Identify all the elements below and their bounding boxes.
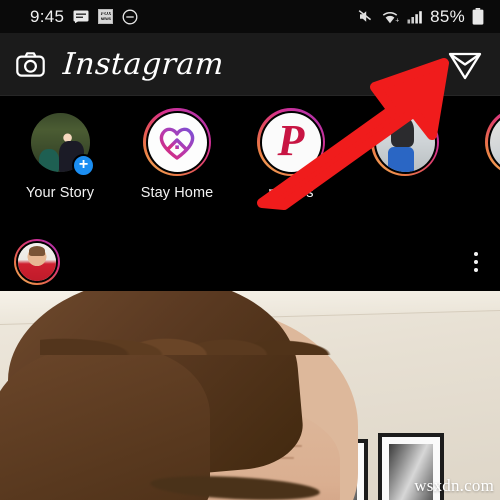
page-title: Instagram xyxy=(61,46,226,82)
phillies-logo-icon: P xyxy=(261,112,321,172)
story-item-4[interactable] xyxy=(348,108,462,185)
stories-tray[interactable]: + Your Story Stay Home P phillies xyxy=(0,96,500,233)
story-ring xyxy=(143,108,211,176)
stay-home-logo-icon xyxy=(147,112,207,172)
story-avatar xyxy=(373,110,437,174)
svg-text:+: + xyxy=(395,17,399,23)
post-header xyxy=(0,233,500,291)
menu-dot xyxy=(474,268,478,272)
story-ring: + xyxy=(26,108,95,177)
battery-percent: 85% xyxy=(430,6,465,26)
status-time: 9:45 xyxy=(30,6,65,26)
story-item-phillies[interactable]: P phillies xyxy=(234,108,348,201)
instagram-header: Instagram xyxy=(0,33,500,96)
story-item-stay-home[interactable]: Stay Home xyxy=(120,108,234,201)
fox-news-icon: FOX NEWS xyxy=(98,9,114,24)
add-story-badge[interactable]: + xyxy=(72,154,95,177)
status-bar-left: 9:45 FOX NEWS xyxy=(30,7,138,27)
do-not-disturb-icon xyxy=(122,9,138,25)
status-bar: 9:45 FOX NEWS + 85% xyxy=(0,0,500,33)
story-ring xyxy=(371,108,439,176)
camera-icon[interactable] xyxy=(16,51,45,77)
story-label: Your Story xyxy=(25,185,95,201)
hair-spikes xyxy=(40,291,340,355)
menu-dot xyxy=(474,260,478,264)
selfie-avatar-photo xyxy=(18,243,56,281)
post-author-avatar[interactable] xyxy=(14,239,60,285)
wifi-icon: + xyxy=(382,10,400,24)
post-photo[interactable]: wsxdn.com xyxy=(0,291,500,500)
battery-icon xyxy=(472,8,484,25)
story-item-your-story[interactable]: + Your Story xyxy=(0,108,120,201)
story-avatar: P xyxy=(259,110,323,174)
fox-news-icon-bottom: NEWS xyxy=(100,17,111,21)
cell-signal-icon xyxy=(407,10,423,24)
paper-plane-icon[interactable] xyxy=(446,45,484,83)
room-photo xyxy=(489,112,500,172)
story-label: Stay Home xyxy=(140,185,214,201)
story-ring xyxy=(485,108,500,176)
watermark: wsxdn.com xyxy=(414,476,494,495)
story-label: phillies xyxy=(268,185,314,201)
story-avatar xyxy=(487,110,500,174)
fox-news-icon-top: FOX xyxy=(100,12,112,17)
status-bar-right: + 85% xyxy=(358,7,484,27)
message-icon xyxy=(73,10,89,24)
menu-dot xyxy=(474,252,478,256)
avatar xyxy=(16,241,58,283)
story-avatar xyxy=(145,110,209,174)
story-item-5[interactable] xyxy=(462,108,500,185)
story-ring: P xyxy=(257,108,325,176)
woman-photo xyxy=(375,112,435,172)
direct-messages-button[interactable] xyxy=(446,45,484,83)
three-dot-menu-icon[interactable] xyxy=(466,246,486,278)
mute-icon xyxy=(358,9,375,24)
instagram-app-screen: 9:45 FOX NEWS + 85% Instagram + Your Sto… xyxy=(0,0,500,500)
